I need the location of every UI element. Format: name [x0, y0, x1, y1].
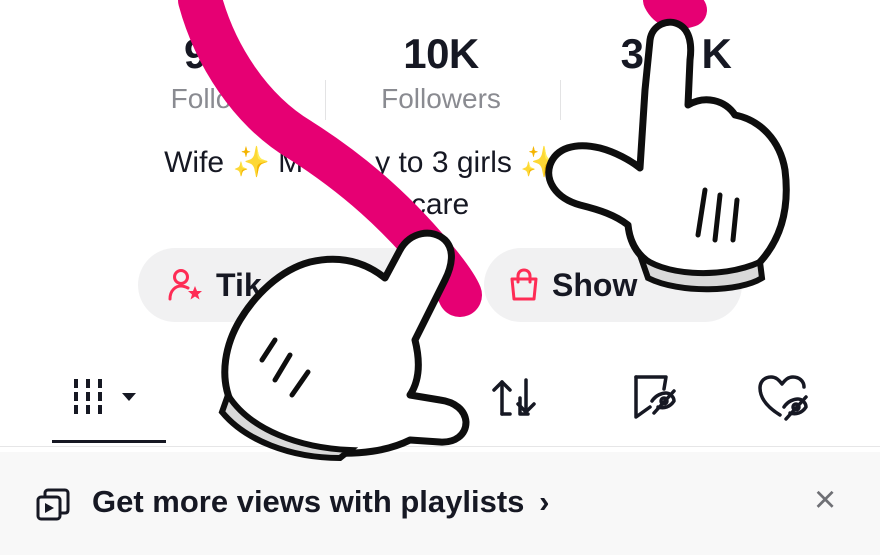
bio-line-1: Wife ✨ My to 3 girls ✨	[60, 142, 820, 184]
tiktok-studio-button[interactable]: Tik	[138, 248, 438, 322]
user-star-icon	[168, 268, 204, 302]
playlist-icon	[36, 488, 70, 527]
followers-stat[interactable]: 10K Followers	[341, 28, 541, 116]
bio-text-wife: Wife	[164, 146, 225, 179]
tabs-divider	[0, 446, 880, 447]
likes-count-start: 3	[620, 30, 644, 77]
following-stat[interactable]: 9, Follo	[101, 28, 301, 116]
showcase-button[interactable]: Show	[484, 248, 742, 322]
tiktok-studio-label: Tik	[216, 266, 262, 303]
stats-divider	[325, 80, 326, 120]
sparkle-emoji: ✨	[232, 146, 270, 179]
following-label: Follo	[170, 83, 232, 114]
grid-icon	[70, 375, 144, 424]
playlist-banner-text: Get more views with playlists ›	[92, 484, 549, 520]
close-icon[interactable]: ×	[814, 478, 836, 522]
bookmark-icon	[628, 373, 678, 426]
profile-tabs	[0, 356, 880, 446]
tab-liked[interactable]	[748, 374, 818, 424]
playlist-banner-label: Get more views with playlists	[92, 484, 525, 519]
bio-line-2: care	[410, 188, 470, 221]
bio-text-m: M	[278, 146, 304, 179]
likes-count: 3K	[576, 28, 776, 80]
likes-count-end: K	[701, 30, 732, 77]
repost-icon	[488, 374, 540, 425]
active-tab-indicator	[52, 440, 166, 443]
followers-label: Followers	[381, 83, 501, 114]
magenta-stroke-2	[643, 0, 707, 29]
likes-stat[interactable]: 3K	[576, 28, 776, 82]
profile-bio: Wife ✨ My to 3 girls ✨ care	[60, 142, 820, 226]
shopping-bag-icon	[508, 268, 540, 302]
stats-divider	[560, 80, 561, 120]
followers-count: 10K	[403, 30, 479, 77]
profile-stats: 9, Follo 10K Followers 3K	[0, 28, 880, 128]
chevron-right-icon: ›	[539, 484, 550, 519]
sparkle-emoji-2: ✨	[520, 146, 558, 179]
heart-icon	[756, 373, 810, 426]
tab-favorites[interactable]	[618, 374, 688, 424]
playlist-banner[interactable]: Get more views with playlists › ×	[0, 452, 880, 555]
bio-text-mom: y to 3 girls	[375, 146, 512, 179]
tab-reposts[interactable]	[479, 374, 549, 424]
following-count: 9,	[183, 30, 219, 77]
showcase-label: Show	[552, 266, 638, 303]
tab-videos[interactable]	[72, 374, 142, 424]
